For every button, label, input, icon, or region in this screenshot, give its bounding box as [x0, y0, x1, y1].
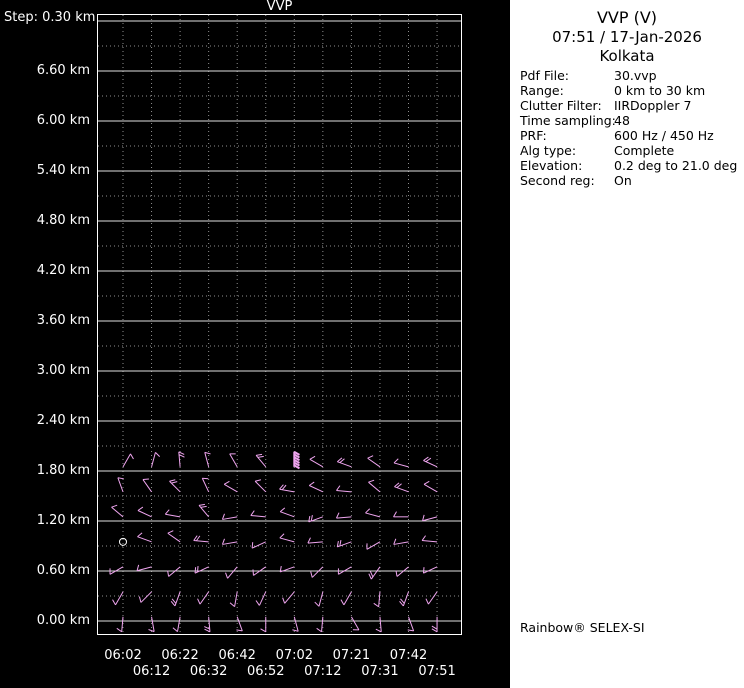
- chart-title: VVP: [266, 0, 293, 14]
- x-axis-tick-label: 07:31: [361, 664, 399, 679]
- field-value: 30.vvp: [614, 68, 657, 83]
- field-value: 0.2 deg to 21.0 deg: [614, 158, 738, 173]
- field-row: Range: 0 km to 30 km: [510, 83, 744, 98]
- plot-area[interactable]: [97, 14, 462, 635]
- y-axis-tick-label: 0.60 km: [36, 563, 90, 578]
- field-value: 600 Hz / 450 Hz: [614, 128, 714, 143]
- y-axis-tick-label: 6.60 km: [36, 63, 90, 78]
- field-value: 48: [614, 113, 630, 128]
- x-axis-tick-label: 07:12: [304, 664, 342, 679]
- x-axis-tick-label: 07:51: [418, 664, 456, 679]
- y-axis-tick-label: 1.20 km: [36, 513, 90, 528]
- y-axis-tick-label: 4.80 km: [36, 213, 90, 228]
- site-name: Kolkata: [599, 47, 655, 65]
- y-axis-tick-label: 4.20 km: [36, 263, 90, 278]
- info-panel: VVP (V) 07:51 / 17-Jan-2026 Kolkata Pdf …: [510, 0, 744, 688]
- x-axis-tick-label: 06:12: [132, 664, 171, 679]
- field-label: PRF:: [520, 128, 547, 143]
- brand-footer: Rainbow® SELEX-SI: [520, 620, 645, 635]
- field-value: Complete: [614, 143, 675, 158]
- field-label: Second reg:: [520, 173, 595, 188]
- field-label: Range:: [520, 83, 564, 98]
- field-row: Pdf File: 30.vvp: [510, 68, 744, 83]
- x-axis-tick-label: 07:21: [332, 648, 371, 663]
- x-axis-tick-label: 06:32: [189, 664, 228, 679]
- field-label: Elevation:: [520, 158, 583, 173]
- x-axis-tick-label: 06:02: [104, 648, 142, 663]
- field-row: PRF: 600 Hz / 450 Hz: [510, 128, 744, 143]
- field-row: Clutter Filter: IIRDoppler 7: [510, 98, 744, 113]
- y-axis-tick-label: 3.60 km: [36, 313, 90, 328]
- timestamp: 07:51 / 17-Jan-2026: [552, 28, 702, 46]
- field-label: Time sampling:: [520, 113, 616, 128]
- x-axis-tick-label: 07:42: [389, 648, 428, 663]
- wind-barb-plot: [97, 14, 462, 635]
- product-fields: Pdf File: 30.vvp Range: 0 km to 30 km Clutte…: [510, 68, 744, 188]
- x-axis-tick-label: 06:42: [218, 648, 256, 663]
- step-label: Step: 0.30 km: [4, 10, 96, 25]
- field-row: Time sampling: 48: [510, 113, 744, 128]
- x-axis-tick-label: 07:02: [275, 648, 314, 663]
- field-row: Second reg: On: [510, 173, 744, 188]
- y-axis-tick-label: 3.00 km: [36, 363, 90, 378]
- field-value: On: [614, 173, 632, 188]
- chart-region: VVP Step: 0.30 km 6.60 km 6.00 km 5.40 km 4…: [0, 0, 510, 688]
- y-axis-tick-label: 5.40 km: [36, 163, 90, 178]
- x-axis-tick-label: 06:22: [161, 648, 199, 663]
- field-label: Alg type:: [520, 143, 577, 158]
- y-axis-tick-label: 6.00 km: [36, 113, 90, 128]
- field-label: Clutter Filter:: [520, 98, 602, 113]
- field-value: 0 km to 30 km: [614, 83, 706, 98]
- vvp-window: VVP Step: 0.30 km 6.60 km 6.00 km 5.40 km 4…: [0, 0, 744, 688]
- y-axis-tick-label: 2.40 km: [36, 413, 90, 428]
- x-axis-tick-label: 06:52: [247, 664, 285, 679]
- field-label: Pdf File:: [520, 68, 569, 83]
- field-row: Elevation: 0.2 deg to 21.0 deg: [510, 158, 744, 173]
- field-row: Alg type: Complete: [510, 143, 744, 158]
- y-axis-tick-label: 1.80 km: [36, 463, 90, 478]
- product-title: VVP (V): [596, 8, 658, 27]
- y-axis-tick-label: 0.00 km: [36, 613, 90, 628]
- field-value: IIRDoppler 7: [614, 98, 692, 113]
